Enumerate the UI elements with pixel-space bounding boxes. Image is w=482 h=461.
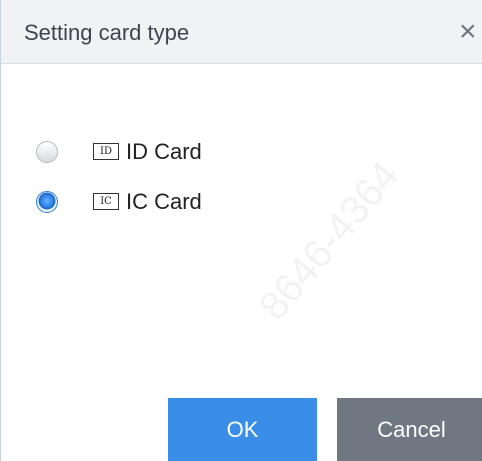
option-ic-card[interactable]: IC IC Card — [36, 186, 296, 220]
option-label-id-card: ID Card — [126, 139, 202, 164]
option-id-card[interactable]: ID ID Card — [36, 136, 296, 170]
ok-button[interactable]: OK — [168, 398, 317, 461]
close-icon[interactable]: × — [459, 16, 482, 48]
cancel-button[interactable]: Cancel — [337, 398, 482, 461]
dialog-title: Setting card type — [24, 20, 190, 45]
id-card-icon: ID — [93, 143, 119, 160]
ic-card-icon: IC — [93, 193, 119, 210]
radio-id-card[interactable] — [36, 141, 58, 163]
dialog-title-bar: Setting card type × — [1, 0, 482, 64]
radio-ic-card[interactable] — [36, 191, 58, 213]
setting-card-type-dialog: Setting card type × 8646-4364 ID ID Card… — [0, 0, 482, 461]
watermark-text: 8646-4364 — [251, 153, 408, 329]
option-label-ic-card: IC Card — [126, 189, 202, 214]
